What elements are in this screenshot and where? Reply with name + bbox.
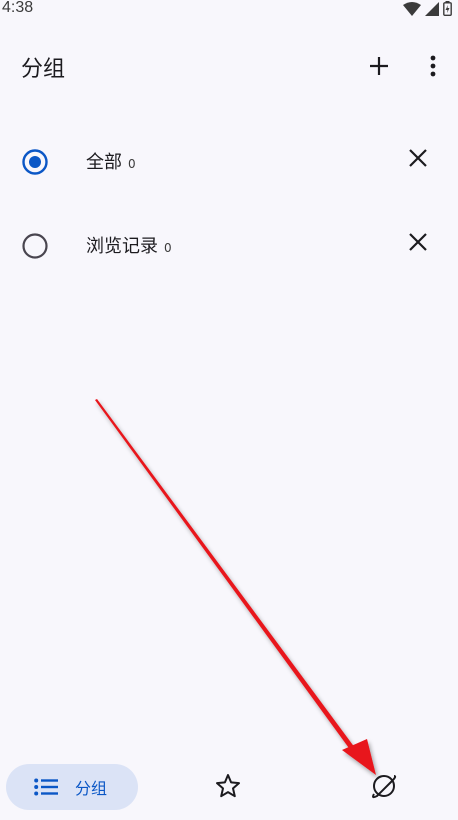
more-options-button[interactable]	[413, 48, 453, 88]
signal-icon	[425, 1, 439, 20]
add-group-button[interactable]	[359, 48, 399, 88]
status-icons	[403, 1, 452, 20]
group-item-history[interactable]: 浏览记录 0	[0, 215, 458, 275]
screen: 4:38 分组 全部 0 浏览记录 0 分组	[0, 0, 458, 820]
group-label: 全部 0	[86, 148, 136, 174]
page-title: 分组	[21, 57, 66, 82]
group-count: 0	[164, 241, 172, 255]
app-bar: 分组	[0, 40, 458, 96]
planet-icon	[370, 772, 398, 804]
nav-favorites-tab[interactable]	[208, 768, 248, 808]
status-bar: 4:38	[0, 0, 458, 22]
close-icon	[408, 148, 428, 172]
group-label: 浏览记录 0	[86, 232, 172, 258]
wifi-icon	[403, 1, 421, 20]
group-name: 浏览记录	[86, 236, 158, 257]
group-radio-all[interactable]	[21, 148, 49, 176]
status-time: 4:38	[2, 0, 34, 16]
nav-explore-tab[interactable]	[364, 768, 404, 808]
add-icon	[369, 56, 389, 80]
group-name: 全部	[86, 152, 122, 173]
remove-group-button[interactable]	[401, 143, 435, 177]
nav-groups-tab[interactable]: 分组	[6, 764, 138, 810]
bottom-navigation: 分组	[0, 754, 458, 820]
nav-groups-label: 分组	[75, 779, 108, 798]
battery-charging-icon	[443, 1, 452, 20]
remove-group-button[interactable]	[401, 227, 435, 261]
group-item-all[interactable]: 全部 0	[0, 131, 458, 191]
star-outline-icon	[215, 773, 241, 803]
group-count: 0	[128, 157, 136, 171]
annotation-arrow	[95, 399, 376, 775]
close-icon	[408, 232, 428, 256]
group-radio-history[interactable]	[21, 232, 49, 260]
more-vert-icon	[430, 55, 436, 81]
list-icon	[34, 778, 58, 796]
